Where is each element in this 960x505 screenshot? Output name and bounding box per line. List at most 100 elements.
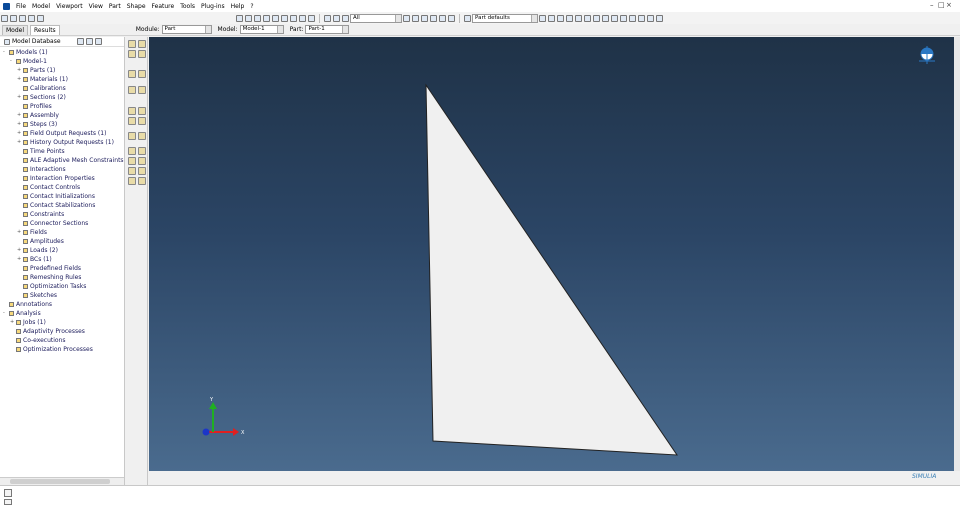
magnify-icon[interactable] — [254, 14, 261, 22]
tree-item[interactable]: Adaptivity Processes — [0, 327, 124, 336]
render-shaded-icon[interactable] — [308, 14, 315, 22]
toolbox-tool-icon[interactable] — [128, 40, 136, 48]
expand-toggle-icon[interactable]: + — [17, 66, 22, 75]
new-icon[interactable] — [1, 14, 8, 22]
top-view-icon[interactable] — [593, 14, 600, 22]
toolbox-tool-icon[interactable] — [128, 177, 136, 185]
toolbox-tool-icon[interactable] — [138, 86, 146, 94]
palette-icon[interactable] — [539, 14, 546, 22]
expand-toggle-icon[interactable]: + — [17, 75, 22, 84]
toolbox-tool-icon[interactable] — [138, 177, 146, 185]
tree-item[interactable]: Profiles — [0, 102, 124, 111]
color-code-icon[interactable] — [464, 14, 471, 22]
expand-toggle-icon[interactable]: + — [17, 120, 22, 129]
expand-toggle-icon[interactable]: + — [17, 228, 22, 237]
toolbox-tool-icon[interactable] — [128, 70, 136, 78]
menu-model[interactable]: Model — [29, 3, 53, 10]
toolbox-tool-icon[interactable] — [138, 70, 146, 78]
front-view-icon[interactable] — [575, 14, 582, 22]
color-mapping-select[interactable]: Part defaults — [472, 13, 538, 23]
query-icon[interactable] — [324, 14, 331, 22]
tab-model[interactable]: Model — [2, 24, 29, 35]
view-cycle-icon[interactable] — [281, 14, 288, 22]
part-shell-triangle[interactable] — [425, 83, 678, 456]
save-icon[interactable] — [19, 14, 26, 22]
expand-toggle-icon[interactable]: + — [10, 318, 15, 327]
expand-toggle-icon[interactable]: + — [17, 129, 22, 138]
expand-toggle-icon[interactable]: - — [10, 57, 15, 66]
menu-view[interactable]: View — [86, 3, 106, 10]
minimize-icon[interactable]: – — [930, 1, 934, 9]
triad-toggle-icon[interactable] — [656, 14, 663, 22]
tree-item[interactable]: + Assembly — [0, 111, 124, 120]
toolbox-tool-icon[interactable] — [128, 107, 136, 115]
view-compass-icon[interactable] — [919, 46, 935, 64]
toolbox-tool-icon[interactable] — [128, 50, 136, 58]
back-view-icon[interactable] — [584, 14, 591, 22]
toolbox-tool-icon[interactable] — [138, 167, 146, 175]
expand-toggle-icon[interactable]: - — [3, 48, 8, 57]
close-icon[interactable]: × — [946, 1, 952, 9]
expand-toggle-icon[interactable]: + — [17, 255, 22, 264]
zoom-box-icon[interactable] — [263, 14, 270, 22]
tree-item[interactable]: Contact Initializations — [0, 192, 124, 201]
tab-results[interactable]: Results — [30, 24, 60, 35]
viewport-vertical-scrollbar[interactable] — [954, 37, 960, 471]
intersect-icon[interactable] — [439, 14, 446, 22]
upload-icon[interactable] — [37, 14, 44, 22]
toolbox-tool-icon[interactable] — [138, 40, 146, 48]
model-database-label[interactable]: Model Database — [12, 38, 61, 45]
toolbox-tool-icon[interactable] — [138, 50, 146, 58]
menu-part[interactable]: Part — [106, 3, 124, 10]
toolbox-tool-icon[interactable] — [138, 132, 146, 140]
tree-item[interactable]: Time Points — [0, 147, 124, 156]
tree-item[interactable]: Optimization Processes — [0, 345, 124, 354]
selection-filter-select[interactable]: All — [350, 13, 402, 23]
toolbox-tool-icon[interactable] — [128, 117, 136, 125]
message-area-icon[interactable] — [4, 489, 12, 497]
expand-toggle-icon[interactable]: + — [17, 111, 22, 120]
tree-item[interactable]: Contact Controls — [0, 183, 124, 192]
expand-toggle-icon[interactable]: + — [17, 246, 22, 255]
tree-item[interactable]: + History Output Requests (1) — [0, 138, 124, 147]
tree-item[interactable]: Constraints — [0, 210, 124, 219]
tree-item[interactable]: + Steps (3) — [0, 120, 124, 129]
expand-toggle-icon[interactable]: + — [17, 138, 22, 147]
model-select[interactable]: Model-1 — [239, 25, 284, 34]
tree-filter-icon[interactable] — [76, 38, 84, 45]
tree-collapse-icon[interactable] — [94, 38, 102, 45]
tree-item[interactable]: + Loads (2) — [0, 246, 124, 255]
tree-item[interactable]: Interactions — [0, 165, 124, 174]
render-wireframe-icon[interactable] — [290, 14, 297, 22]
display-group-icon[interactable] — [403, 14, 410, 22]
toolbox-tool-icon[interactable] — [138, 107, 146, 115]
tree-item[interactable]: Remeshing Rules — [0, 273, 124, 282]
toolbox-tool-icon[interactable] — [128, 132, 136, 140]
tree-item[interactable]: Amplitudes — [0, 237, 124, 246]
tree-item[interactable]: + Sections (2) — [0, 93, 124, 102]
right-view-icon[interactable] — [620, 14, 627, 22]
auto-fit-icon[interactable] — [272, 14, 279, 22]
tree-item[interactable]: ALE Adaptive Mesh Constraints — [0, 156, 124, 165]
menu-feature[interactable]: Feature — [149, 3, 178, 10]
tree-item[interactable]: Contact Stabilizations — [0, 201, 124, 210]
left-view-icon[interactable] — [611, 14, 618, 22]
tree-item[interactable]: + Parts (1) — [0, 66, 124, 75]
tile-icon[interactable] — [548, 14, 555, 22]
tree-item[interactable]: + Field Output Requests (1) — [0, 129, 124, 138]
remove-icon[interactable] — [421, 14, 428, 22]
expand-toggle-icon[interactable]: + — [17, 93, 22, 102]
menu-tools[interactable]: Tools — [177, 3, 198, 10]
menu-plugins[interactable]: Plug-ins — [198, 3, 228, 10]
toolbox-tool-icon[interactable] — [128, 157, 136, 165]
tree-item[interactable]: Annotations — [0, 300, 124, 309]
iso-view-icon[interactable] — [566, 14, 573, 22]
tree-item[interactable]: Connector Sections — [0, 219, 124, 228]
open-icon[interactable] — [10, 14, 17, 22]
tree-item[interactable]: - Models (1) — [0, 48, 124, 57]
viewport[interactable]: X Y — [149, 37, 954, 471]
selection-filter-icon[interactable] — [342, 14, 349, 22]
tree-item[interactable]: + BCs (1) — [0, 255, 124, 264]
part-select[interactable]: Part-1 — [305, 25, 350, 34]
toolbox-tool-icon[interactable] — [128, 86, 136, 94]
